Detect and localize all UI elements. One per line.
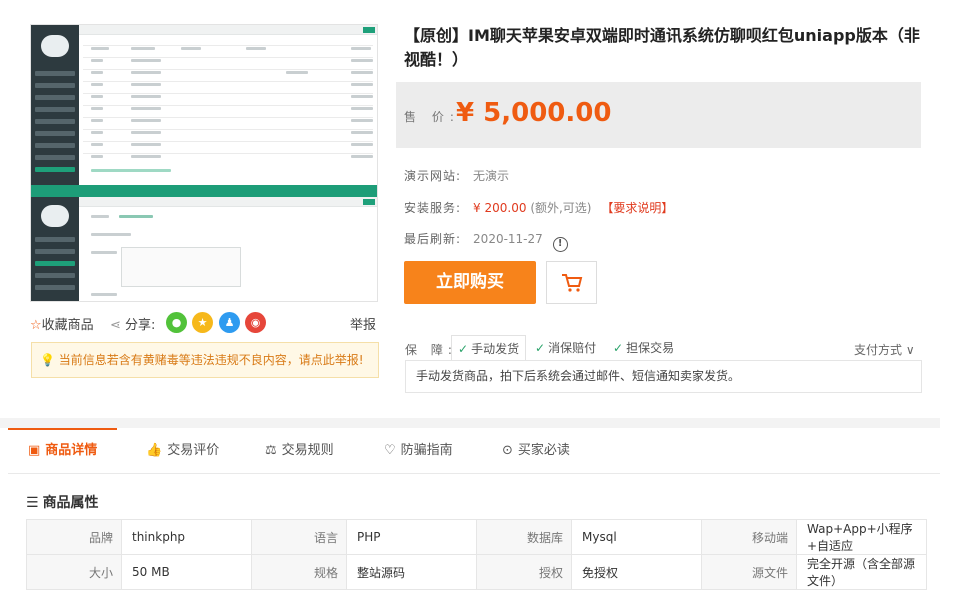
tab-anti-fraud[interactable]: ♡ 防骗指南	[384, 428, 453, 474]
check-icon: ✓	[613, 341, 624, 355]
info-circle-icon: ⊙	[502, 443, 513, 458]
payment-methods-label: 支付方式	[854, 343, 903, 357]
attr-value: 完全开源（含全部源文件）	[796, 554, 927, 590]
attr-key: 移动端	[701, 519, 797, 555]
clock-icon[interactable]: !	[552, 237, 568, 252]
qzone-icon[interactable]: ★	[192, 312, 213, 333]
attributes-title: 商品属性	[42, 495, 99, 511]
attr-value: Wap+App+小程序+自适应	[796, 519, 927, 555]
lightbulb-icon: 💡	[40, 353, 55, 367]
install-price: ¥ 200.00	[473, 201, 527, 215]
tab-trade-rules[interactable]: ⚖ 交易规则	[265, 428, 334, 474]
attr-key: 授权	[476, 554, 572, 590]
tab-buyer-notice[interactable]: ⊙ 买家必读	[502, 428, 570, 474]
attr-value: Mysql	[571, 519, 702, 555]
tab-label: 交易评价	[167, 443, 220, 458]
guarantee-consumer-protection[interactable]: ✓ 消保赔付	[535, 335, 596, 361]
share-label: 分享:	[125, 318, 156, 333]
tab-label: 商品详情	[45, 443, 98, 458]
price-box: 售 价: ¥ 5,000.00	[396, 82, 921, 148]
guarantee-item-label: 消保赔付	[548, 341, 597, 355]
tab-reviews[interactable]: 👍 交易评价	[146, 428, 219, 474]
check-icon: ✓	[535, 341, 546, 355]
guarantee-escrow[interactable]: ✓ 担保交易	[613, 335, 674, 361]
tab-label: 买家必读	[517, 443, 570, 458]
attributes-heading: ☰ 商品属性	[26, 492, 99, 512]
attr-value: 免授权	[571, 554, 702, 590]
qq-icon[interactable]: ♟	[219, 312, 240, 333]
scales-icon: ⚖	[265, 443, 277, 458]
list-search-icon: ☰	[26, 495, 39, 511]
admin-screenshot-form	[31, 197, 377, 301]
payment-methods-dropdown[interactable]: 支付方式 ∨	[854, 341, 915, 358]
check-icon: ✓	[458, 342, 469, 356]
attr-key: 源文件	[701, 554, 797, 590]
attr-value: 50 MB	[121, 554, 252, 590]
share-row: ⋖ 分享:	[110, 314, 155, 333]
collect-label: 收藏商品	[41, 318, 94, 333]
warning-text: 当前信息若含有黄赌毒等违法违规不良内容，请点此举报!	[58, 353, 364, 367]
share-icon: ⋖	[110, 318, 121, 333]
admin-header-band	[31, 185, 377, 197]
admin-screenshot-list	[31, 25, 377, 193]
guarantee-description: 手动发货商品，拍下后系统会通过邮件、短信通知卖家发货。	[405, 360, 922, 393]
attr-value: 整站源码	[346, 554, 477, 590]
wechat-icon[interactable]: ●	[166, 312, 187, 333]
product-image[interactable]	[30, 24, 378, 302]
weibo-icon[interactable]: ◉	[245, 312, 266, 333]
refresh-label: 最后刷新:	[404, 232, 462, 246]
demo-label: 演示网站:	[404, 169, 462, 183]
price-value: ¥ 5,000.00	[456, 98, 612, 128]
demo-row: 演示网站: 无演示	[404, 167, 509, 184]
guarantee-item-label: 担保交易	[626, 341, 675, 355]
guarantee-label: 保 障:	[405, 343, 457, 357]
install-row: 安装服务: ¥ 200.00 (额外,可选) 【要求说明】	[404, 199, 673, 216]
chevron-down-icon: ∨	[905, 343, 915, 357]
document-icon: ▣	[28, 443, 41, 458]
install-label: 安装服务:	[404, 201, 462, 215]
attr-value: PHP	[346, 519, 477, 555]
attr-key: 语言	[251, 519, 347, 555]
tab-product-details[interactable]: ▣ 商品详情	[8, 428, 118, 474]
cart-icon	[562, 274, 583, 292]
attr-key: 数据库	[476, 519, 572, 555]
attributes-table: 品牌 thinkphp 语言 PHP 数据库 Mysql 移动端 Wap+App…	[26, 519, 927, 590]
report-warning-banner[interactable]: 💡 当前信息若含有黄赌毒等违法违规不良内容，请点此举报!	[31, 342, 379, 378]
shield-icon: ♡	[384, 443, 396, 458]
section-divider	[0, 418, 940, 428]
attr-key: 规格	[251, 554, 347, 590]
star-outline-icon: ☆	[30, 318, 42, 333]
refresh-value: 2020-11-27	[473, 232, 543, 246]
thumbs-up-icon: 👍	[146, 443, 163, 458]
attr-key: 品牌	[26, 519, 122, 555]
demo-value: 无演示	[473, 169, 510, 183]
report-link[interactable]: 举报	[350, 314, 376, 333]
detail-tabs: ▣ 商品详情 👍 交易评价 ⚖ 交易规则 ♡ 防骗指南 ⊙ 买家必读	[8, 428, 940, 474]
guarantee-item-label: 手动发货	[471, 342, 520, 356]
buy-now-button[interactable]: 立即购买	[404, 261, 536, 304]
table-row: 品牌 thinkphp 语言 PHP 数据库 Mysql 移动端 Wap+App…	[26, 519, 927, 555]
tab-label: 交易规则	[281, 443, 334, 458]
price-label: 售 价:	[404, 110, 460, 124]
refresh-row: 最后刷新: 2020-11-27 !	[404, 230, 568, 252]
collect-button[interactable]: ☆收藏商品	[30, 314, 94, 333]
add-to-cart-button[interactable]	[546, 261, 597, 304]
install-requirements-link[interactable]: 【要求说明】	[601, 201, 673, 215]
install-note: (额外,可选)	[530, 201, 592, 215]
guarantee-manual-delivery[interactable]: ✓ 手动发货	[451, 335, 527, 361]
table-row: 大小 50 MB 规格 整站源码 授权 免授权 源文件 完全开源（含全部源文件）	[26, 554, 927, 590]
product-title: 【原创】IM聊天苹果安卓双端即时通讯系统仿聊呗红包uniapp版本（非视酷！）	[404, 26, 920, 69]
attr-key: 大小	[26, 554, 122, 590]
tab-label: 防骗指南	[400, 443, 453, 458]
attr-value: thinkphp	[121, 519, 252, 555]
